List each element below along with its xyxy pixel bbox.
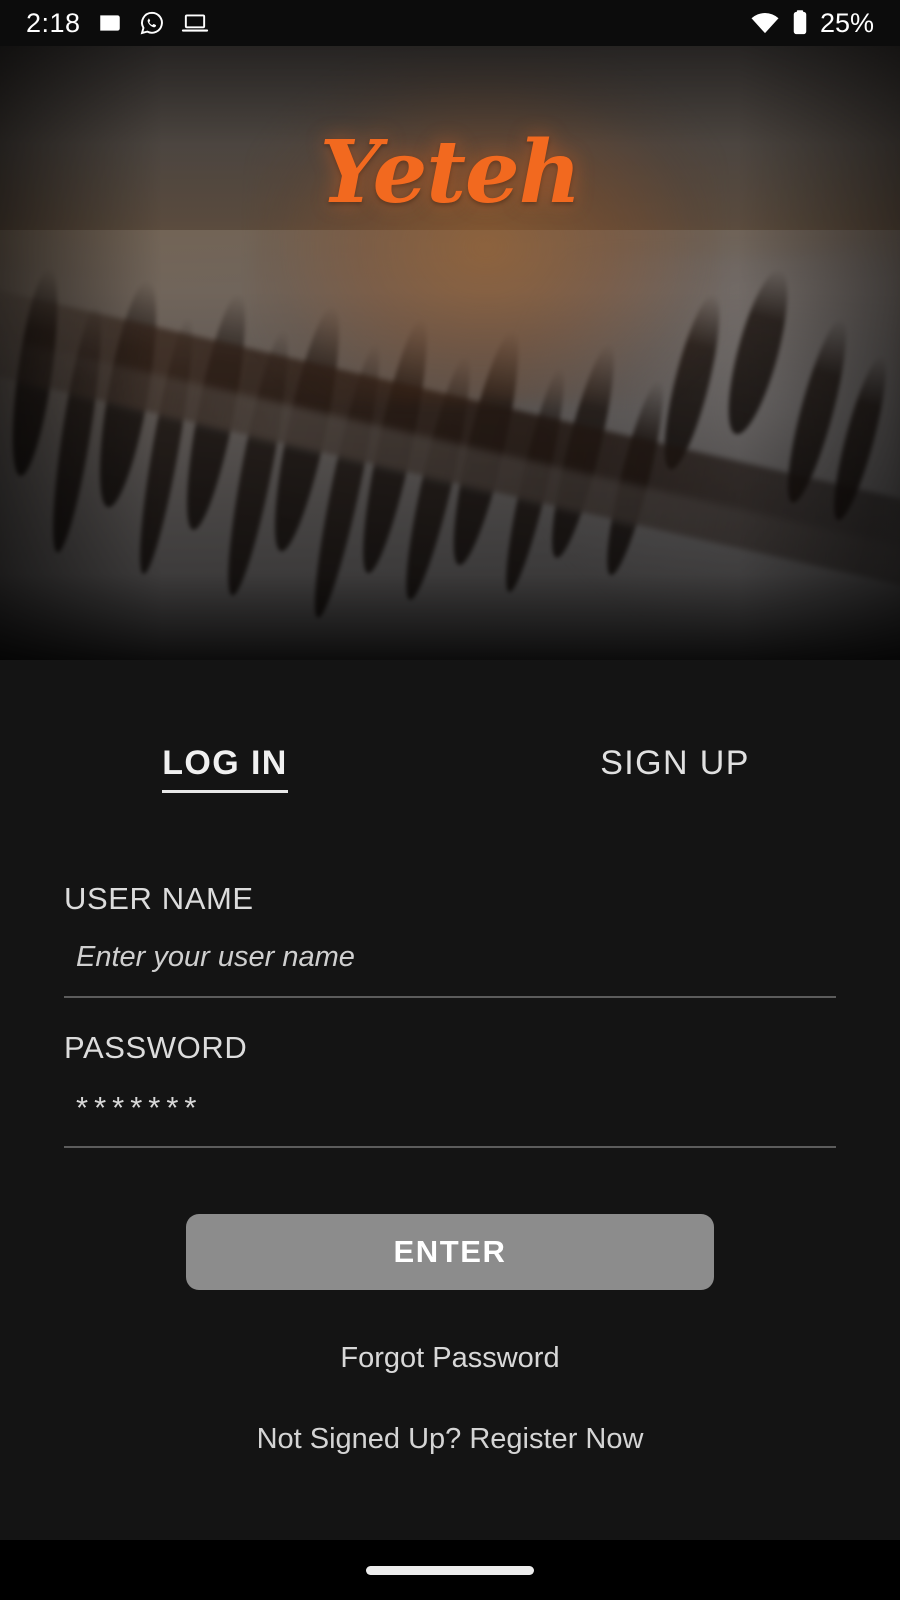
auth-links: Forgot Password Not Signed Up? Register … bbox=[0, 1342, 900, 1456]
status-bar-right: 25% bbox=[750, 8, 874, 39]
tab-login[interactable]: LOG IN bbox=[0, 744, 450, 793]
battery-percent-label: 25% bbox=[819, 7, 874, 38]
register-link[interactable]: Not Signed Up? Register Now bbox=[0, 1423, 900, 1456]
password-label: PASSWORD bbox=[64, 1030, 248, 1065]
username-field-group: USER NAME bbox=[64, 881, 836, 998]
system-navigation-bar bbox=[0, 1540, 900, 1600]
enter-button[interactable]: ENTER bbox=[186, 1214, 714, 1290]
app-logo: Yeteh bbox=[319, 122, 582, 223]
password-field-group: PASSWORD bbox=[64, 1030, 836, 1148]
status-bar: 2:18 25% bbox=[0, 0, 900, 46]
wifi-icon bbox=[750, 10, 780, 36]
auth-panel: LOG IN SIGN UP USER NAME PASSWORD ENTER … bbox=[0, 660, 900, 1540]
forgot-password-link[interactable]: Forgot Password bbox=[0, 1342, 900, 1375]
status-bar-left: 2:18 bbox=[26, 8, 209, 39]
auth-tabs: LOG IN SIGN UP bbox=[0, 660, 900, 793]
username-input[interactable] bbox=[64, 941, 836, 998]
hero-banner: Yeteh bbox=[0, 46, 900, 660]
submit-row: ENTER bbox=[0, 1180, 900, 1290]
password-input[interactable] bbox=[64, 1090, 836, 1148]
gesture-handle[interactable] bbox=[366, 1565, 534, 1575]
laptop-icon bbox=[181, 10, 209, 36]
tab-signup[interactable]: SIGN UP bbox=[450, 744, 900, 793]
whatsapp-icon bbox=[139, 10, 165, 36]
app-screen: 2:18 25% Yeteh LOG IN SIGN UP USER NAME … bbox=[0, 0, 900, 1600]
battery-icon bbox=[791, 9, 809, 37]
news-icon bbox=[97, 10, 123, 36]
tab-login-label: LOG IN bbox=[162, 744, 288, 793]
tab-signup-label: SIGN UP bbox=[600, 744, 750, 782]
status-bar-clock: 2:18 bbox=[26, 7, 81, 38]
login-form: USER NAME PASSWORD bbox=[0, 793, 900, 1148]
username-label: USER NAME bbox=[64, 881, 254, 916]
